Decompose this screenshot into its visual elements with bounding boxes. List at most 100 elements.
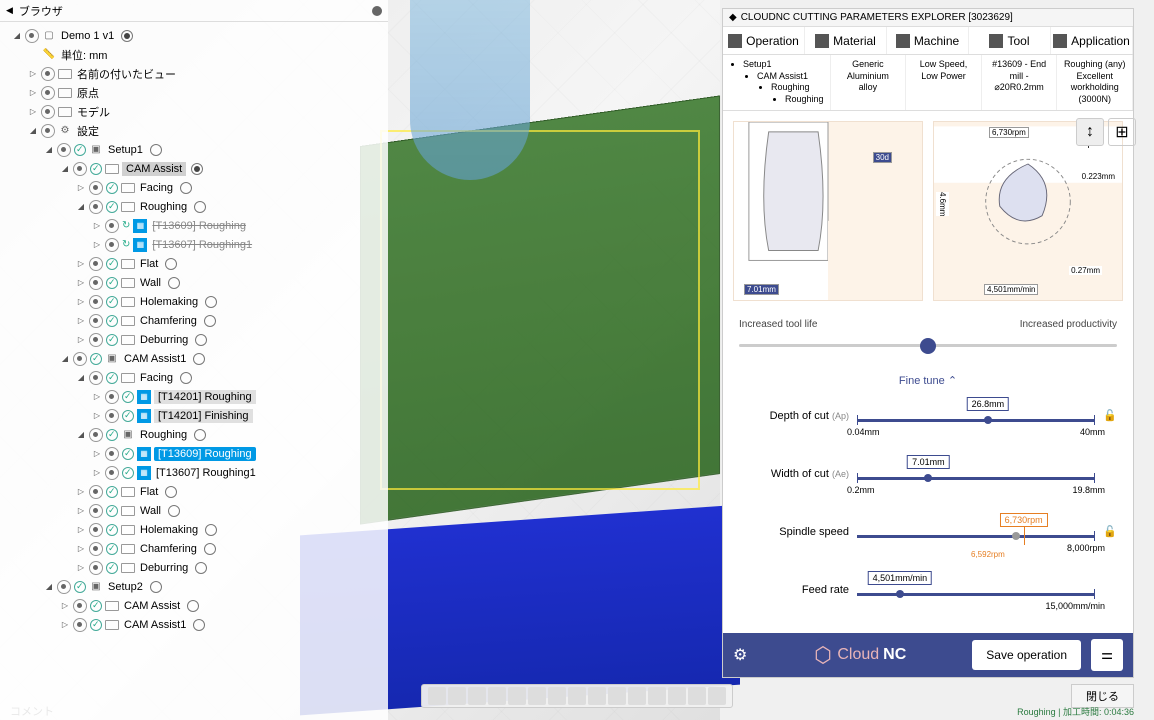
expand-icon[interactable]: ▷	[28, 107, 38, 116]
radio-icon[interactable]	[193, 353, 205, 365]
tree-roughing[interactable]: Roughing	[138, 429, 189, 441]
expand-icon[interactable]: ▷	[76, 316, 86, 325]
collapse-icon[interactable]: ◀	[6, 5, 13, 16]
visibility-icon[interactable]	[73, 352, 87, 366]
visibility-icon[interactable]	[89, 257, 103, 271]
visibility-icon[interactable]	[89, 181, 103, 195]
expand-icon[interactable]: ◢	[76, 202, 86, 211]
visibility-icon[interactable]	[89, 333, 103, 347]
expand-icon[interactable]: ▷	[76, 525, 86, 534]
radio-icon[interactable]	[150, 581, 162, 593]
toolbar-button[interactable]	[488, 687, 506, 705]
tree-root[interactable]: Demo 1 v1	[59, 30, 116, 42]
radio-icon[interactable]	[193, 619, 205, 631]
tree-setup1[interactable]: Setup1	[106, 144, 145, 156]
radio-icon[interactable]	[194, 201, 206, 213]
tree-t14201-r[interactable]: [T14201] Roughing	[154, 390, 256, 404]
expand-icon[interactable]: ▷	[92, 468, 102, 477]
slider-thumb[interactable]	[1012, 532, 1020, 540]
toolbar-button[interactable]	[428, 687, 446, 705]
expand-icon[interactable]: ▷	[28, 88, 38, 97]
radio-icon[interactable]	[191, 163, 203, 175]
tree-flat[interactable]: Flat	[138, 258, 160, 270]
tree-wall[interactable]: Wall	[138, 277, 163, 289]
tree-facing[interactable]: Facing	[138, 372, 175, 384]
expand-icon[interactable]: ▷	[92, 221, 102, 230]
options-button[interactable]: ⚌	[1091, 639, 1123, 671]
expand-icon[interactable]: ◢	[44, 582, 54, 591]
expand-icon[interactable]: ▷	[76, 563, 86, 572]
tree-t13609[interactable]: [T13609] Roughing	[150, 220, 248, 232]
tree-wall[interactable]: Wall	[138, 505, 163, 517]
view-side-toggle[interactable]: ↕	[1076, 118, 1104, 146]
tab-operation[interactable]: Operation	[723, 27, 805, 54]
toolbar-button[interactable]	[668, 687, 686, 705]
toolbar-button[interactable]	[548, 687, 566, 705]
visibility-icon[interactable]	[89, 200, 103, 214]
expand-icon[interactable]: ▷	[76, 297, 86, 306]
toolbar-button[interactable]	[588, 687, 606, 705]
visibility-icon[interactable]	[41, 86, 55, 100]
expand-icon[interactable]: ◢	[60, 354, 70, 363]
expand-icon[interactable]: ▷	[76, 487, 86, 496]
visibility-icon[interactable]	[73, 618, 87, 632]
width-slider[interactable]: 7.01mm 0.2mm 19.8mm	[857, 459, 1095, 489]
visibility-icon[interactable]	[89, 561, 103, 575]
tree-holemaking[interactable]: Holemaking	[138, 524, 200, 536]
visibility-icon[interactable]	[73, 162, 87, 176]
tree-t13609-selected[interactable]: [T13609] Roughing	[154, 447, 256, 461]
tree-item[interactable]: 設定	[75, 123, 101, 139]
toolbar-button[interactable]	[648, 687, 666, 705]
radio-icon[interactable]	[195, 334, 207, 346]
toolbar-button[interactable]	[628, 687, 646, 705]
tab-material[interactable]: Material	[805, 27, 887, 54]
expand-icon[interactable]: ▷	[76, 278, 86, 287]
visibility-icon[interactable]	[57, 143, 71, 157]
depth-slider[interactable]: 26.8mm 0.04mm 40mm	[857, 401, 1095, 431]
toolbar-button[interactable]	[468, 687, 486, 705]
tree-deburring[interactable]: Deburring	[138, 562, 190, 574]
visibility-icon[interactable]	[41, 124, 55, 138]
slider-thumb[interactable]	[896, 590, 904, 598]
expand-icon[interactable]: ▷	[76, 335, 86, 344]
tree-item[interactable]: 原点	[75, 85, 101, 101]
tree-holemaking[interactable]: Holemaking	[138, 296, 200, 308]
tree-roughing[interactable]: Roughing	[138, 201, 189, 213]
toolbar-button[interactable]	[448, 687, 466, 705]
tree-cam-assist1[interactable]: CAM Assist1	[122, 353, 188, 365]
productivity-slider[interactable]	[739, 336, 1117, 356]
expand-icon[interactable]: ◢	[44, 145, 54, 154]
toolbar-button[interactable]	[508, 687, 526, 705]
visibility-icon[interactable]	[25, 29, 39, 43]
expand-icon[interactable]: ◢	[28, 126, 38, 135]
tree-t13607[interactable]: [T13607] Roughing1	[150, 239, 254, 251]
radio-icon[interactable]	[195, 562, 207, 574]
expand-icon[interactable]: ▷	[28, 69, 38, 78]
expand-icon[interactable]: ▷	[76, 259, 86, 268]
tab-tool[interactable]: Tool	[969, 27, 1051, 54]
expand-icon[interactable]: ▷	[92, 240, 102, 249]
save-operation-button[interactable]: Save operation	[972, 640, 1081, 670]
visibility-icon[interactable]	[73, 599, 87, 613]
tab-machine[interactable]: Machine	[887, 27, 969, 54]
tree-item[interactable]: 名前の付いたビュー	[75, 66, 178, 82]
slider-thumb[interactable]	[920, 338, 936, 354]
radio-icon[interactable]	[205, 296, 217, 308]
expand-icon[interactable]: ▷	[92, 449, 102, 458]
expand-icon[interactable]: ▷	[76, 183, 86, 192]
expand-icon[interactable]: ◢	[76, 430, 86, 439]
visibility-icon[interactable]	[89, 295, 103, 309]
settings-icon[interactable]: ⚙	[733, 645, 747, 665]
expand-icon[interactable]: ◢	[60, 164, 70, 173]
toolbar-button[interactable]	[708, 687, 726, 705]
expand-icon[interactable]: ▷	[60, 620, 70, 629]
lock-icon[interactable]: 🔓	[1103, 409, 1117, 422]
tab-application[interactable]: Application	[1051, 27, 1133, 54]
tree-t14201-f[interactable]: [T14201] Finishing	[154, 409, 253, 423]
expand-icon[interactable]: ▷	[92, 392, 102, 401]
visibility-icon[interactable]	[105, 447, 119, 461]
radio-icon[interactable]	[204, 315, 216, 327]
tree-deburring[interactable]: Deburring	[138, 334, 190, 346]
tree-item[interactable]: モデル	[75, 104, 112, 120]
visibility-icon[interactable]	[89, 371, 103, 385]
